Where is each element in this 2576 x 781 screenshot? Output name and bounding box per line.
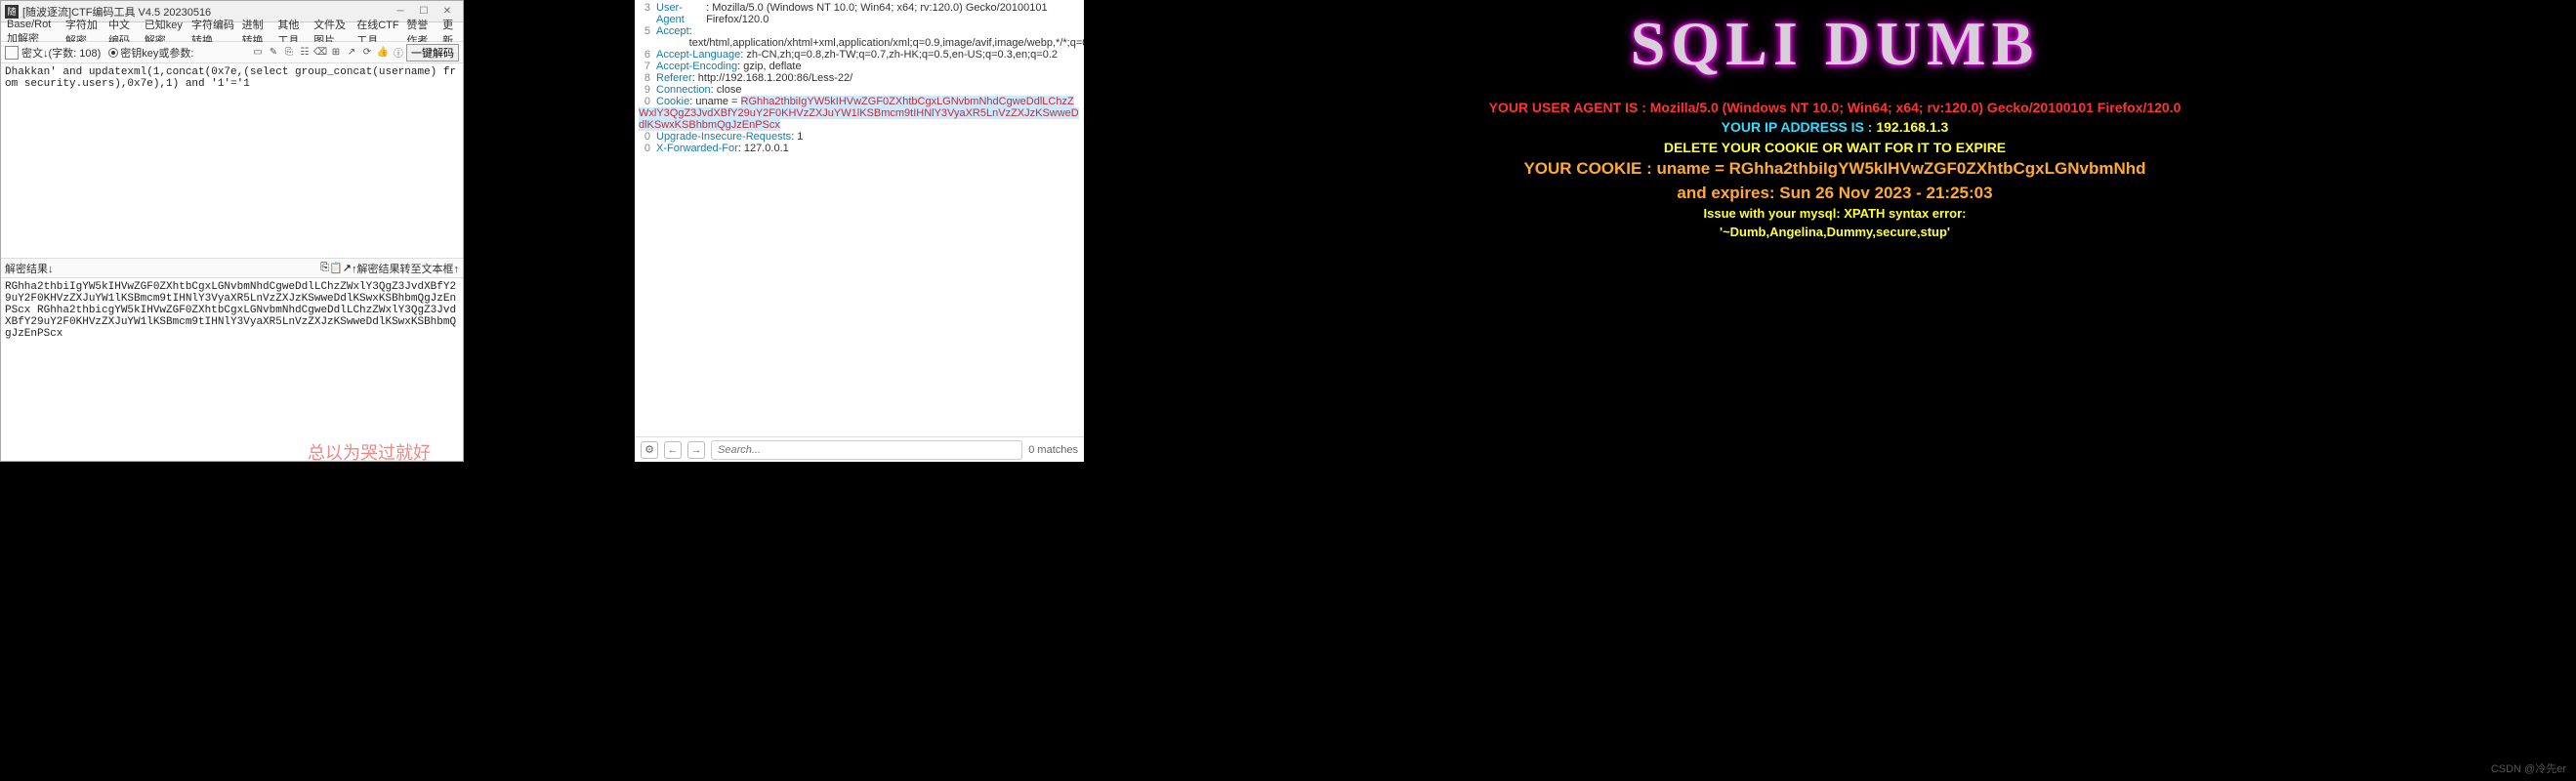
header-row: 3User-Agent: Mozilla/5.0 (Windows NT 10.… — [639, 2, 1080, 25]
header-row: 7Accept-Encoding: gzip, deflate — [639, 61, 1080, 72]
header-row: 0Upgrade-Insecure-Requests : 1 — [639, 131, 1080, 143]
app-icon: 随 — [5, 5, 19, 19]
header-row: 9Connection: close — [639, 84, 1080, 96]
delete-cookie-line: DELETE YOUR COOKIE OR WAIT FOR IT TO EXP… — [1489, 138, 2181, 157]
headers-list[interactable]: 3User-Agent: Mozilla/5.0 (Windows NT 10.… — [635, 0, 1084, 436]
error-detail: '~Dumb,Angelina,Dummy,secure,stup' — [1489, 224, 2181, 242]
input-label: 密文↓(字数: 108) — [21, 45, 101, 61]
info-block: YOUR USER AGENT IS : Mozilla/5.0 (Window… — [1489, 98, 2181, 242]
forward-icon[interactable]: → — [687, 441, 705, 459]
user-agent-line: YOUR USER AGENT IS : Mozilla/5.0 (Window… — [1489, 98, 2181, 117]
tool-icon[interactable]: ⟳ — [360, 46, 374, 60]
output-textarea[interactable]: RGhha2thbiIgYW5kIHVwZGF0ZXhtbCgxLGNvbmNh… — [1, 278, 463, 461]
file-icon[interactable] — [5, 46, 19, 60]
watermark-text: 总以为哭过就好 — [308, 439, 431, 465]
radio-key[interactable] — [108, 48, 118, 58]
search-input[interactable] — [711, 440, 1022, 460]
csdn-watermark: CSDN @冷先er — [2491, 760, 2566, 776]
input-textarea[interactable]: Dhakkan' and updatexml(1,concat(0x7e,(se… — [1, 63, 463, 259]
settings-icon[interactable]: ⚙ — [641, 441, 658, 459]
request-headers-panel: 3User-Agent: Mozilla/5.0 (Windows NT 10.… — [635, 0, 1084, 462]
tool-icon[interactable]: ⌫ — [313, 46, 327, 60]
result-label: 解密结果↓ — [5, 261, 54, 276]
toolbar: 密文↓(字数: 108) 密钥key或参数: ▭ ✎ ⎘ ☷ ⌫ ⊞ ↗ ⟳ 👍… — [1, 42, 463, 63]
decode-button[interactable]: 一键解码 — [406, 44, 459, 62]
sqli-page: SQLI DUMB YOUR USER AGENT IS : Mozilla/5… — [1094, 0, 2576, 462]
result-right-label: ↑解密结果转至文本框↑ — [352, 261, 459, 276]
expires-line: and expires: Sun 26 Nov 2023 - 21:25:03 — [1489, 182, 2181, 206]
match-count: 0 matches — [1028, 444, 1078, 456]
ip-line: YOUR IP ADDRESS IS : 192.168.1.3 — [1489, 117, 2181, 137]
cookie-line: YOUR COOKIE : uname = RGhha2thbiIgYW5kIH… — [1489, 157, 2181, 182]
error-line: Issue with your mysql: XPATH syntax erro… — [1489, 205, 2181, 224]
header-row: 5Accept: text/html,application/xhtml+xml… — [639, 25, 1080, 49]
clipboard-icon[interactable]: 📋 — [329, 262, 343, 274]
search-bar: ⚙ ← → 0 matches — [635, 436, 1084, 462]
tool-icon[interactable]: ⓘ — [392, 46, 405, 60]
tool-icon[interactable]: ↗ — [345, 46, 358, 60]
sqli-logo: SQLI DUMB — [1631, 8, 2040, 80]
tool-icon[interactable]: ⊞ — [329, 46, 343, 60]
header-row-cookie: 0Cookie: uname = RGhha2thbiIgYW5kIHVwZGF… — [639, 96, 1080, 131]
export-icon[interactable]: ↗ — [343, 262, 352, 274]
tool-icon[interactable]: ✎ — [267, 46, 280, 60]
tool-icon[interactable]: 👍 — [376, 46, 390, 60]
menubar: Base/Rot加解密 字符加解密 中文编码 已知key解密 字符编码转换 进制… — [1, 22, 463, 42]
back-icon[interactable]: ← — [664, 441, 682, 459]
header-row: 6Accept-Language: zh-CN,zh;q=0.8,zh-TW;q… — [639, 49, 1080, 61]
tool-icon[interactable]: ☷ — [298, 46, 312, 60]
result-bar: 解密结果↓ ⎘ 📋 ↗ ↑解密结果转至文本框↑ — [1, 259, 463, 278]
ctf-tool-window: 随 [随波逐流]CTF编码工具 V4.5 20230516 ─ ☐ ✕ Base… — [0, 0, 464, 462]
header-row: 0X-Forwarded-For : 127.0.0.1 — [639, 143, 1080, 154]
tool-icon[interactable]: ⎘ — [282, 46, 296, 60]
header-row: 8Referer: http://192.168.1.200:86/Less-2… — [639, 72, 1080, 84]
key-label: 密钥key或参数: — [120, 45, 193, 61]
copy-icon[interactable]: ⎘ — [320, 262, 329, 274]
tool-icon[interactable]: ▭ — [251, 46, 265, 60]
